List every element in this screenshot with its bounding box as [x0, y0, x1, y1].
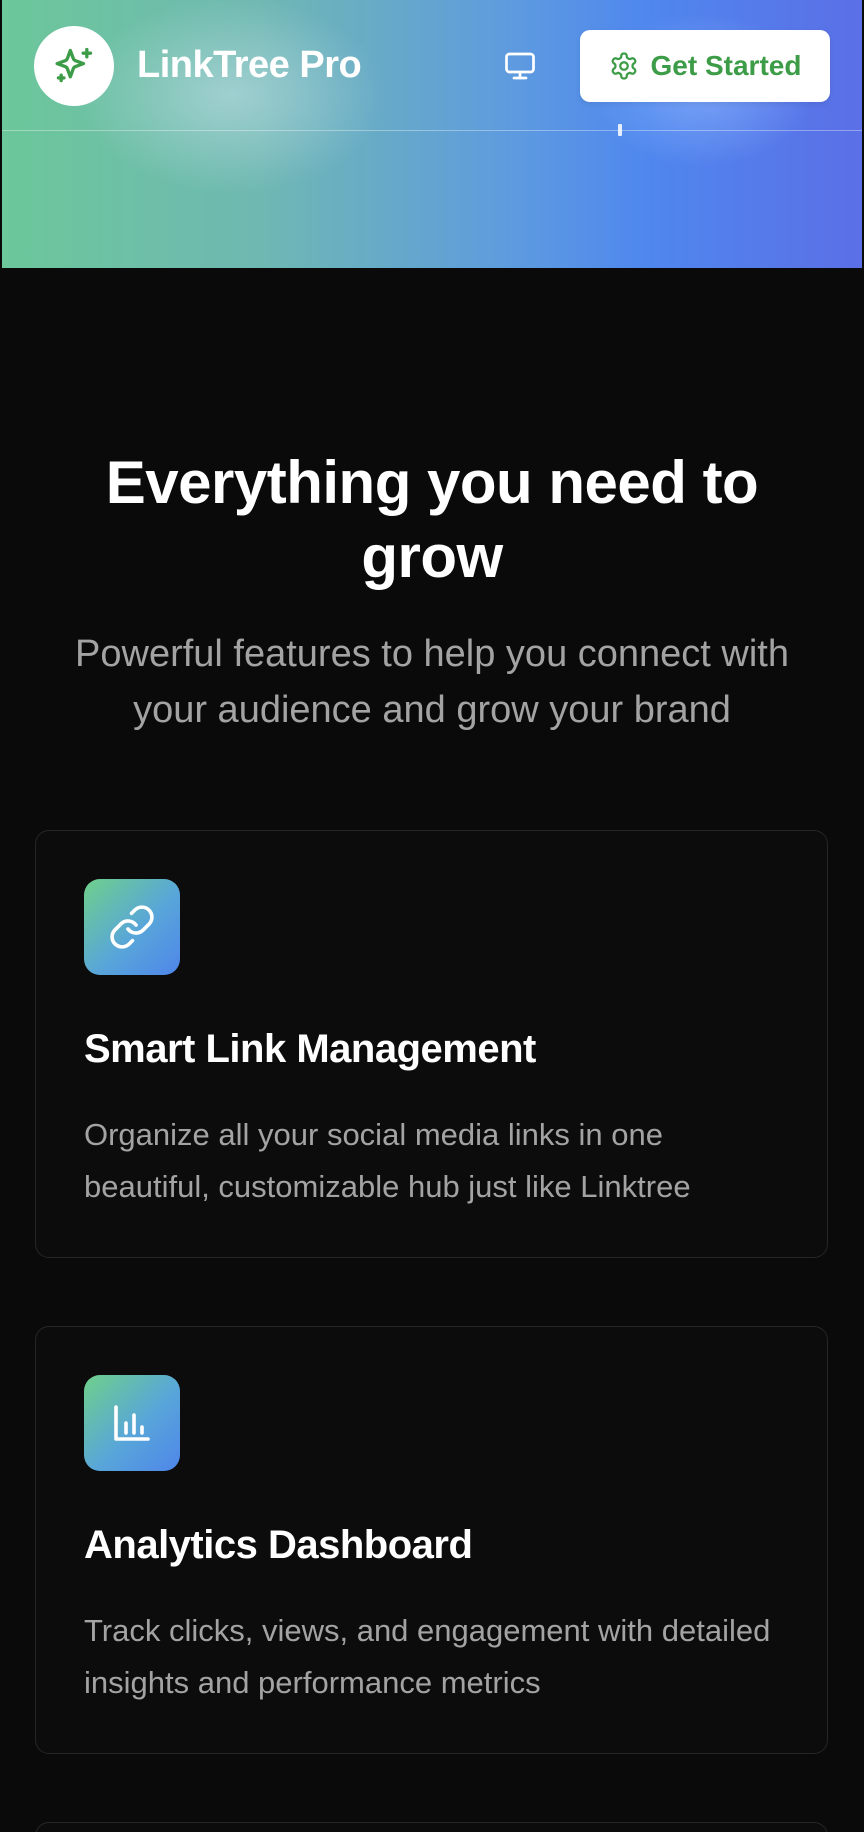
top-navbar: LinkTree Pro Get Started	[0, 0, 864, 130]
feature-icon-badge	[84, 879, 180, 975]
feature-card-title: Analytics Dashboard	[84, 1523, 473, 1567]
feature-card-description: Organize all your social media links in …	[84, 1117, 691, 1204]
page: LinkTree Pro Get Started Everything you …	[0, 0, 864, 1832]
get-started-button[interactable]: Get Started	[580, 30, 830, 102]
theme-toggle-button[interactable]	[496, 44, 544, 88]
brand-name[interactable]: LinkTree Pro	[137, 40, 362, 90]
sparkles-icon	[55, 47, 93, 83]
feature-icon-badge	[84, 1375, 180, 1471]
logo-badge[interactable]	[34, 26, 114, 106]
feature-card-analytics-dashboard: Analytics Dashboard Track clicks, views,…	[35, 1326, 828, 1754]
gear-icon	[611, 52, 636, 80]
feature-card-description: Track clicks, views, and engagement with…	[84, 1613, 771, 1700]
monitor-icon	[505, 52, 535, 80]
link-icon	[110, 905, 154, 949]
feature-card-title: Smart Link Management	[84, 1027, 536, 1071]
feature-card-partial	[35, 1822, 828, 1832]
get-started-label: Get Started	[650, 50, 802, 81]
feature-card-smart-link-management: Smart Link Management Organize all your …	[35, 830, 828, 1258]
features-title: Everything you need to grow	[105, 448, 759, 590]
bar-chart-icon	[114, 1405, 150, 1441]
features-subtitle: Powerful features to help you connect wi…	[75, 633, 789, 731]
